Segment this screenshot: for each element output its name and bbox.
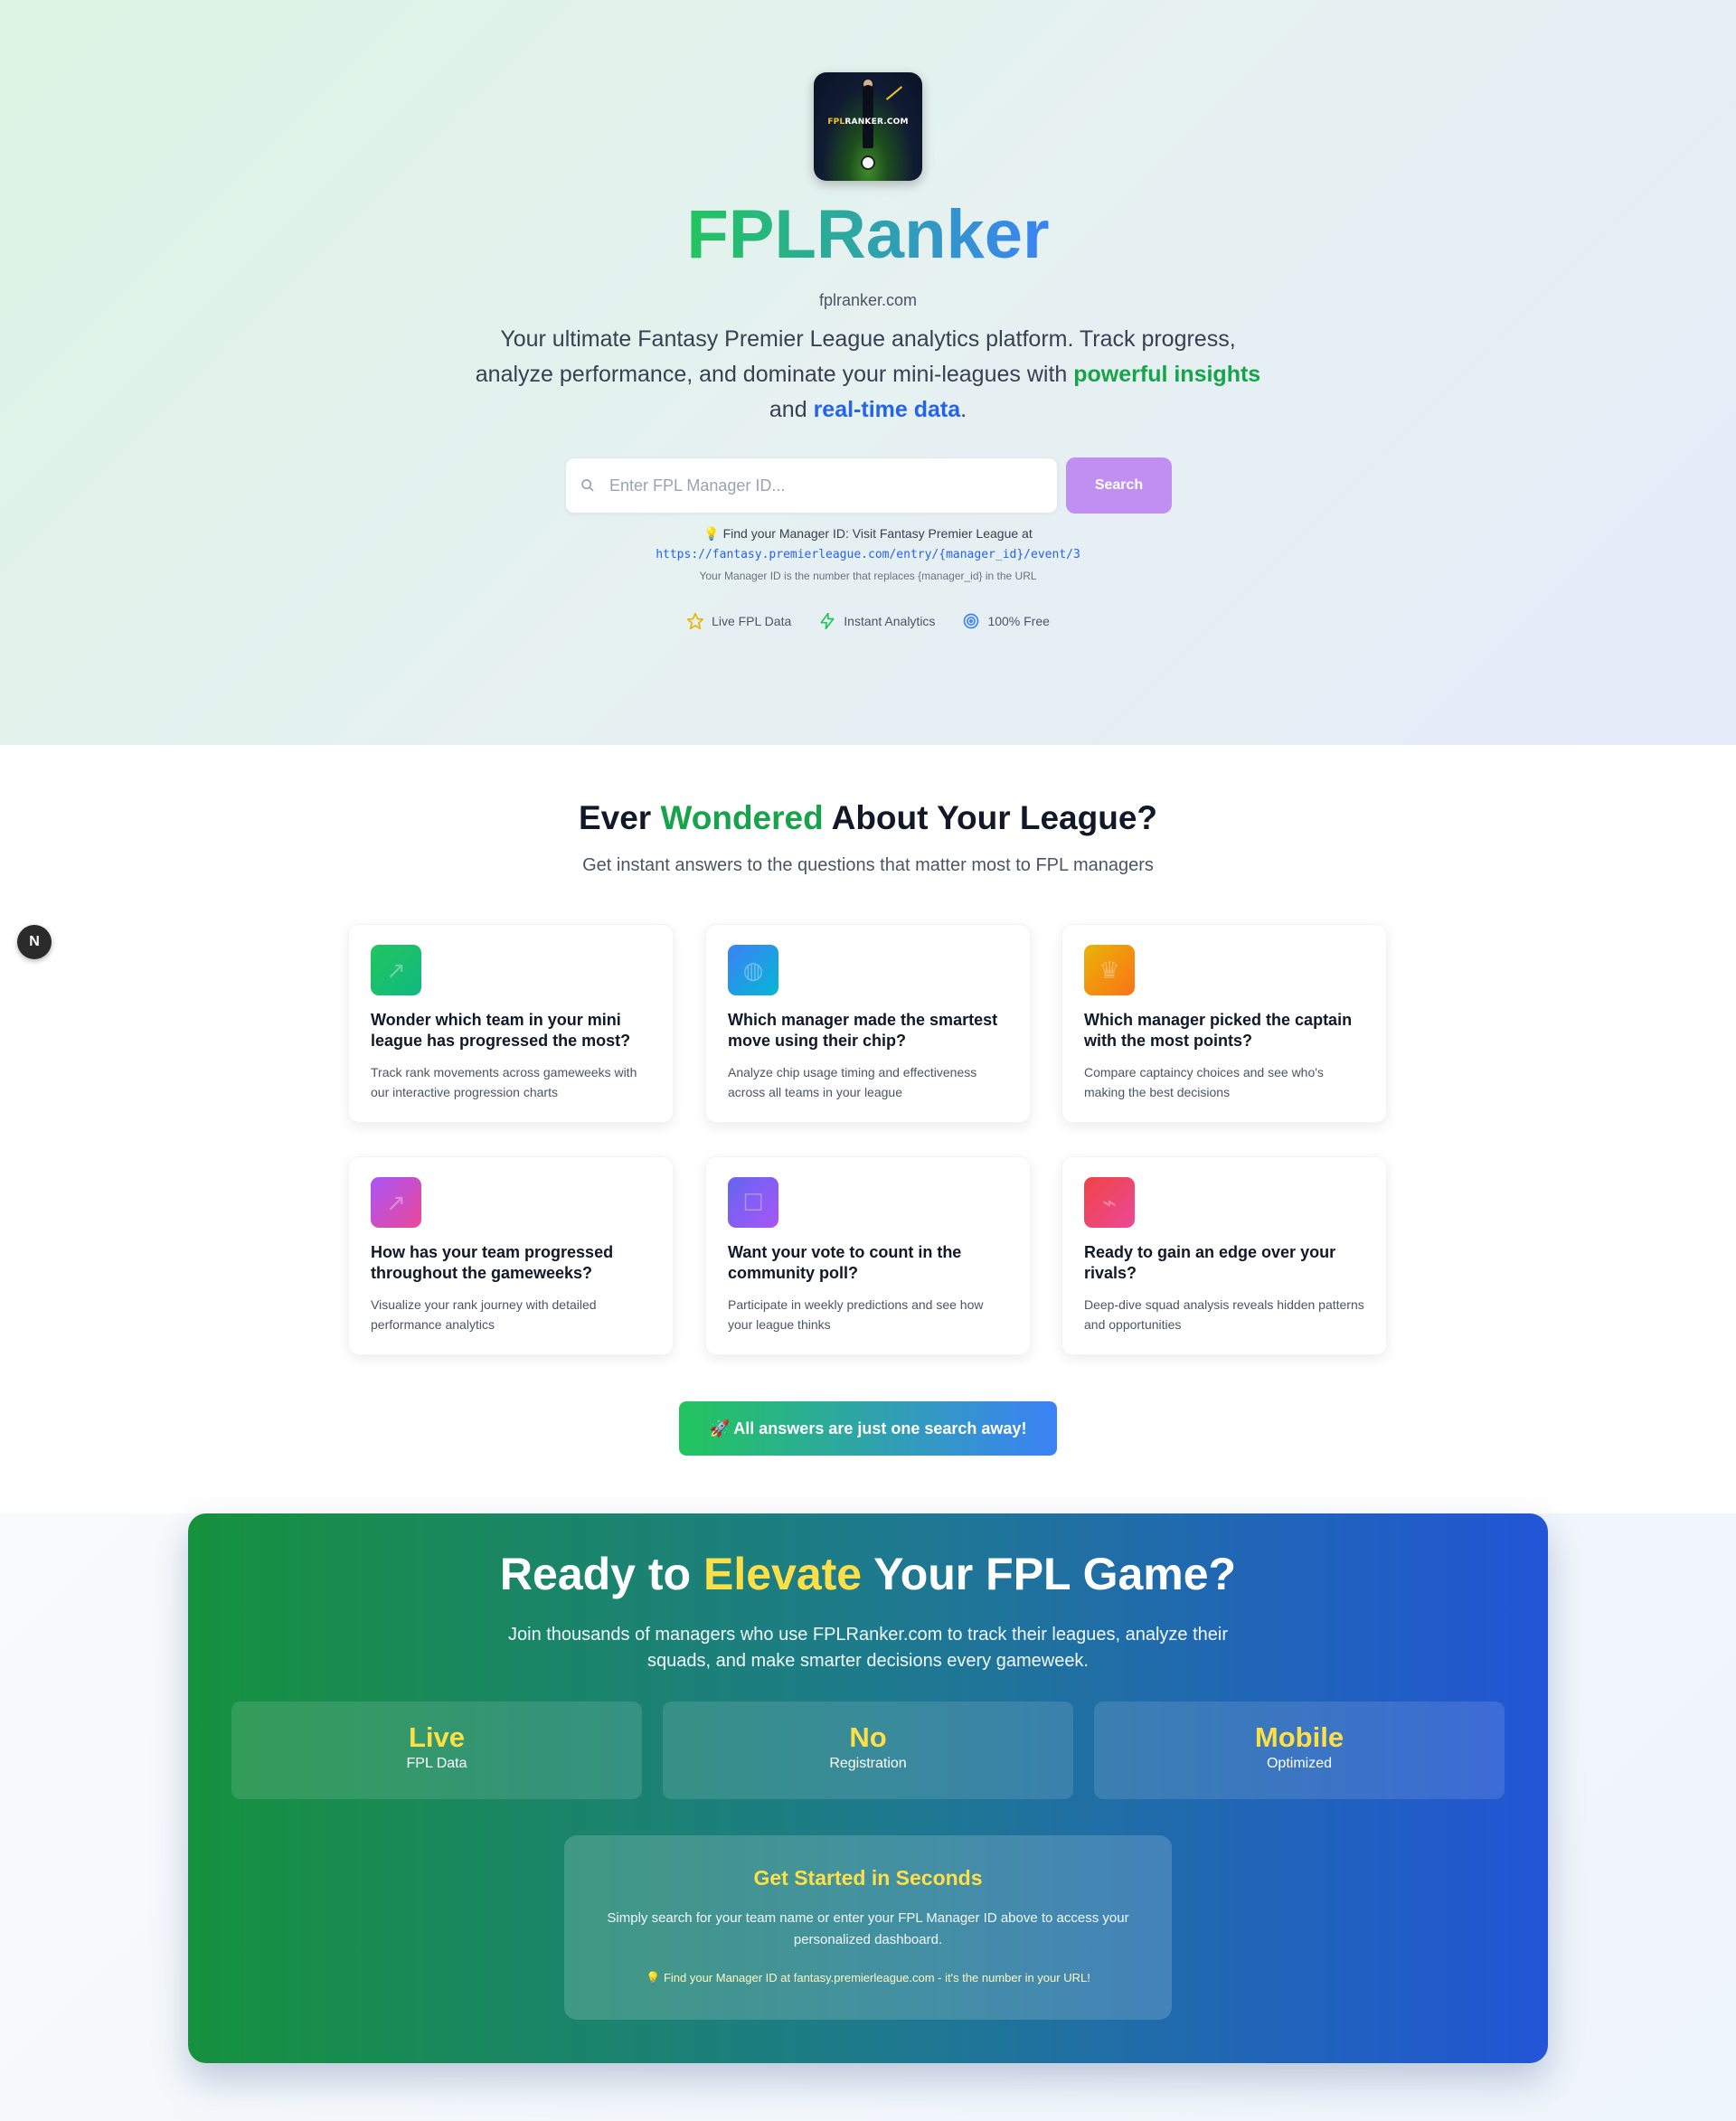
question-card-desc: Analyze chip usage timing and effectiven…	[728, 1065, 977, 1099]
manager-id-input[interactable]	[609, 458, 1043, 513]
question-card-desc: Visualize your rank journey with detaile…	[371, 1297, 597, 1332]
feature-badges: Live FPL Data Instant Analytics 100% Fre…	[0, 611, 1736, 631]
question-card-title: Ready to gain an edge over your rivals?	[1084, 1243, 1336, 1282]
question-card-title: Which manager made the smartest move usi…	[728, 1011, 998, 1050]
stat-label: Optimized	[1266, 1756, 1333, 1771]
question-card[interactable]: ◍ Which manager made the smartest move u…	[705, 924, 1031, 1123]
cta-subtitle: Join thousands of managers who use FPLRa…	[508, 1625, 1228, 1671]
search-button[interactable]: Search	[1066, 457, 1172, 514]
get-started-title: Get Started in Seconds	[753, 1866, 983, 1890]
trending-up-icon: ↗	[371, 945, 421, 995]
question-card-desc: Track rank movements across gameweeks wi…	[371, 1065, 637, 1099]
badge-label: Live FPL Data	[712, 614, 792, 628]
badge-label: 100% Free	[987, 614, 1050, 628]
question-card-title: Want your vote to count in the community…	[728, 1243, 962, 1282]
get-started-box: Get Started in Seconds Simply search for…	[564, 1835, 1172, 2020]
stat-card-registration: No Registration	[663, 1702, 1073, 1799]
logo-trend-line	[885, 86, 903, 100]
stat-value: No	[849, 1721, 887, 1753]
logo-football	[861, 156, 875, 170]
brain-icon: ◍	[728, 945, 778, 995]
hero-section: FPLRANKER.COM FPLRanker fplranker.com Yo…	[0, 0, 1736, 745]
app-logo: FPLRANKER.COM	[814, 72, 922, 181]
question-card[interactable]: ♛ Which manager picked the captain with …	[1061, 924, 1387, 1123]
manager-id-url: https://fantasy.premierleague.com/entry/…	[656, 548, 1080, 561]
get-started-desc: Simply search for your team name or ente…	[607, 1910, 1129, 1947]
question-card[interactable]: ⌁ Ready to gain an edge over your rivals…	[1061, 1156, 1387, 1355]
brand-domain: fplranker.com	[818, 291, 918, 309]
hero-tagline: Your ultimate Fantasy Premier League ana…	[475, 326, 1261, 422]
badge-label: Instant Analytics	[844, 614, 936, 628]
nextjs-dev-badge[interactable]: N	[17, 925, 52, 959]
question-card-title: How has your team progressed throughout …	[371, 1243, 614, 1282]
zap-icon: ⌁	[1084, 1177, 1135, 1228]
stat-card-mobile: Mobile Optimized	[1094, 1702, 1505, 1799]
get-started-hint: 💡 Find your Manager ID at fantasy.premie…	[646, 1971, 1090, 1984]
question-card-title: Wonder which team in your mini league ha…	[371, 1011, 631, 1050]
elevate-cta-section: Ready to Elevate Your FPL Game? Join tho…	[188, 1513, 1548, 2063]
chart-icon: ↗	[371, 1177, 421, 1228]
logo-figure	[863, 85, 873, 148]
stat-label: FPL Data	[406, 1756, 467, 1771]
star-icon	[686, 612, 704, 630]
target-icon	[964, 613, 979, 629]
stat-value: Live	[408, 1721, 466, 1753]
search-away-button[interactable]: 🚀 All answers are just one search away!	[679, 1401, 1057, 1456]
manager-id-hint: 💡 Find your Manager ID: Visit Fantasy Pr…	[703, 526, 1033, 541]
badge-free: 100% Free	[962, 611, 1050, 631]
question-card-desc: Participate in weekly predictions and se…	[728, 1297, 984, 1332]
questions-subtitle: Get instant answers to the questions tha…	[582, 855, 1154, 875]
search-icon	[581, 479, 594, 492]
question-card-desc: Deep-dive squad analysis reveals hidden …	[1084, 1297, 1364, 1332]
manager-id-note: Your Manager ID is the number that repla…	[699, 570, 1037, 582]
question-card[interactable]: ↗ Wonder which team in your mini league …	[348, 924, 674, 1123]
badge-instant-analytics: Instant Analytics	[818, 611, 935, 631]
question-card-title: Which manager picked the captain with th…	[1084, 1011, 1353, 1050]
questions-title: Ever Wondered About Your League?	[578, 799, 1158, 836]
question-card[interactable]: ↗ How has your team progressed throughou…	[348, 1156, 674, 1355]
stat-value: Mobile	[1254, 1721, 1344, 1753]
badge-live-data: Live FPL Data	[686, 611, 791, 631]
stat-label: Registration	[829, 1756, 907, 1771]
logo-wordmark: FPLRANKER.COM	[827, 118, 909, 127]
question-card-desc: Compare captaincy choices and see who's …	[1084, 1065, 1324, 1099]
question-card[interactable]: ☐ Want your vote to count in the communi…	[705, 1156, 1031, 1355]
brand-title: FPLRanker	[686, 196, 1050, 273]
search-box[interactable]	[565, 457, 1058, 514]
stat-card-live: Live FPL Data	[231, 1702, 642, 1799]
vote-icon: ☐	[728, 1177, 778, 1228]
lightning-icon	[820, 612, 835, 630]
cta-title: Ready to Elevate Your FPL Game?	[499, 1549, 1237, 1599]
crown-icon: ♛	[1084, 945, 1135, 995]
